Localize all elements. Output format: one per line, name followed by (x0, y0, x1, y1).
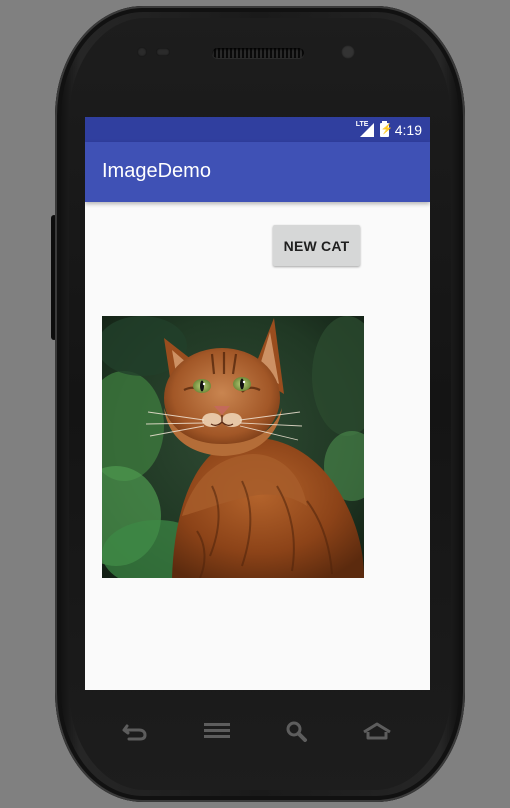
status-icons: LTE ⚡ 4:19 (356, 117, 422, 142)
home-icon (363, 722, 391, 740)
light-sensor (156, 48, 170, 56)
signal-icon: LTE (356, 121, 374, 137)
search-button[interactable] (277, 716, 317, 746)
home-button[interactable] (357, 716, 397, 746)
status-clock: 4:19 (394, 121, 422, 138)
app-title: ImageDemo (102, 160, 211, 182)
earpiece-speaker (212, 48, 304, 58)
battery-icon: ⚡ (379, 120, 394, 137)
new-cat-button[interactable]: NEW CAT (273, 225, 360, 266)
proximity-sensor (137, 47, 147, 57)
back-button[interactable] (115, 716, 155, 746)
status-bar: LTE ⚡ 4:19 (85, 117, 430, 142)
device-screen: LTE ⚡ 4:19 ImageDemo NEW CAT (85, 117, 430, 690)
cat-image (102, 316, 364, 578)
app-bar: ImageDemo (85, 142, 430, 202)
menu-button[interactable] (197, 716, 237, 746)
back-icon (122, 724, 147, 741)
front-camera (341, 45, 355, 59)
menu-icon (204, 723, 230, 738)
search-icon (286, 721, 307, 742)
